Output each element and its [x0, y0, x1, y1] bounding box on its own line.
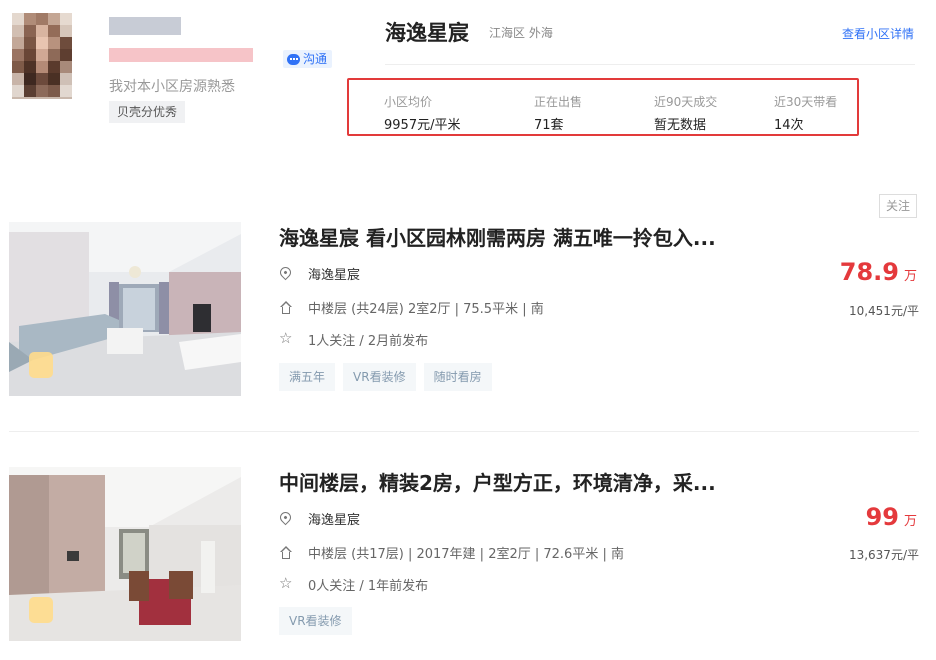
stat-value: 71套 — [534, 118, 564, 133]
star-icon: ☆ — [279, 573, 293, 592]
listing-unit-price: 13,637元/平 — [848, 548, 919, 562]
listing-tags: 满五年 VR看装修 随时看房 — [279, 363, 492, 391]
listing-house-info: 中楼层 (共17层) | 2017年建 | 2室2厅 | 72.6平米 | 南 — [308, 547, 624, 562]
listing-separator — [9, 431, 919, 432]
chat-bubble-icon — [287, 53, 300, 65]
stat-label: 近90天成交 — [654, 95, 718, 109]
listing-follow-row: ☆ 0人关注 / 1年前发布 — [279, 575, 428, 594]
listing-community-link[interactable]: 海逸星宸 — [308, 264, 360, 283]
stat-30day-visits: 近30天带看 14次 — [774, 93, 837, 133]
total-price-value: 99 — [865, 503, 899, 531]
listing-title[interactable]: 海逸星宸 看小区园林刚需两房 满五唯一拎包入... — [279, 222, 716, 251]
listing-follow-info: 0人关注 / 1年前发布 — [308, 579, 429, 594]
location-pin-icon — [277, 264, 294, 281]
total-price-unit: 万 — [903, 269, 917, 284]
listing-title[interactable]: 中间楼层，精装2房，户型方正，环境清净，采... — [279, 467, 716, 496]
listing-photo[interactable] — [9, 222, 241, 396]
stat-90day-deals: 近90天成交 暂无数据 — [654, 93, 717, 133]
location-pin-icon — [277, 509, 294, 526]
total-price-value: 78.9 — [839, 258, 899, 286]
agent-description: 我对本小区房源熟悉 — [109, 79, 235, 95]
star-icon: ☆ — [279, 328, 293, 347]
listing-follow-row: ☆ 1人关注 / 2月前发布 — [279, 330, 428, 349]
agent-phone-blurred — [109, 48, 253, 62]
tag: 满五年 — [279, 363, 336, 391]
house-icon — [279, 545, 293, 560]
agent-name-blurred — [109, 17, 181, 35]
stat-average-price: 小区均价 9957元/平米 — [384, 93, 460, 133]
vr-icon — [29, 597, 53, 623]
stat-on-sale: 正在出售 71套 — [534, 93, 582, 133]
listing-total-price: 78.9 万 — [840, 258, 917, 286]
listing-community-row: 海逸星宸 — [277, 509, 360, 528]
stat-value: 9957元/平米 — [384, 118, 461, 133]
listing-follow-info: 1人关注 / 2月前发布 — [308, 334, 429, 349]
listing-tags: VR看装修 — [279, 607, 352, 635]
community-title: 海逸星宸 — [385, 21, 469, 45]
listing-photo[interactable] — [9, 467, 241, 641]
listing-house-info-row: 中楼层 (共24层) 2室2厅 | 75.5平米 | 南 — [279, 298, 544, 317]
stat-label: 近30天带看 — [774, 95, 838, 109]
stat-value: 14次 — [774, 118, 804, 133]
listing-community-link[interactable]: 海逸星宸 — [308, 509, 360, 528]
community-location: 江海区 外海 — [489, 26, 553, 40]
chat-button[interactable]: 沟通 — [283, 50, 333, 68]
stat-value: 暂无数据 — [654, 118, 707, 133]
divider — [385, 64, 915, 65]
tag: 随时看房 — [423, 363, 492, 391]
tag: VR看装修 — [343, 363, 416, 391]
agent-badge: 贝壳分优秀 — [109, 101, 186, 123]
total-price-unit: 万 — [903, 514, 917, 529]
community-detail-link[interactable]: 查看小区详情 — [842, 25, 914, 42]
listing-unit-price: 10,451元/平 — [848, 304, 919, 318]
listing-total-price: 99 万 — [866, 503, 917, 531]
listing-house-info-row: 中楼层 (共17层) | 2017年建 | 2室2厅 | 72.6平米 | 南 — [279, 543, 624, 562]
listing-community-row: 海逸星宸 — [277, 264, 360, 283]
follow-button[interactable]: 关注 — [879, 194, 917, 218]
agent-avatar[interactable] — [12, 13, 72, 99]
vr-icon — [29, 352, 53, 378]
stat-label: 正在出售 — [534, 95, 583, 109]
stat-label: 小区均价 — [384, 95, 433, 109]
house-icon — [279, 300, 293, 315]
tag: VR看装修 — [279, 607, 352, 635]
community-stats-box: 小区均价 9957元/平米 正在出售 71套 近90天成交 暂无数据 近30天带… — [347, 78, 859, 136]
chat-button-label: 沟通 — [303, 52, 328, 66]
listing-house-info: 中楼层 (共24层) 2室2厅 | 75.5平米 | 南 — [308, 302, 544, 317]
